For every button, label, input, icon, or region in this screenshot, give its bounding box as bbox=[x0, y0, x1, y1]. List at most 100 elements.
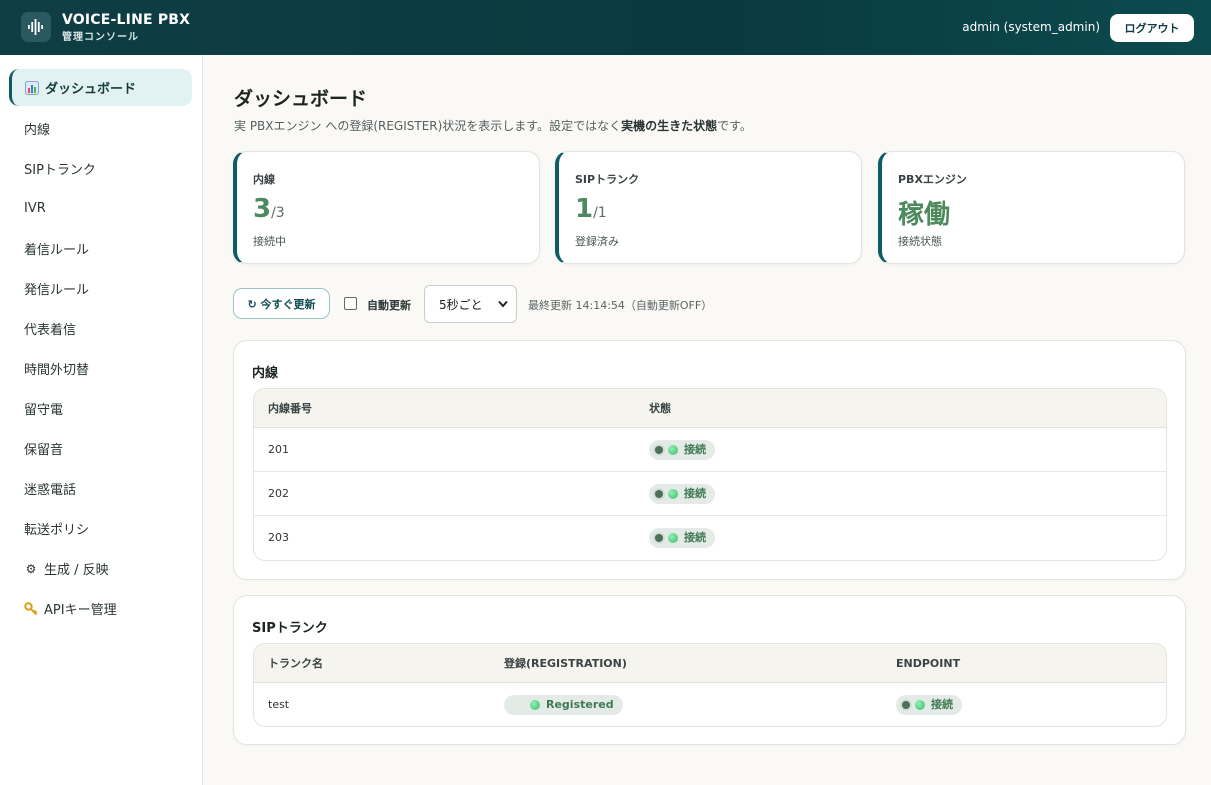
table-header: 内線番号 状態 bbox=[254, 389, 1166, 428]
app-subtitle: 管理コンソール bbox=[62, 32, 139, 43]
status-dot-icon bbox=[655, 446, 663, 454]
table-header: トランク名 登録(REGISTRATION) ENDPOINT bbox=[254, 644, 1166, 683]
stat-value: 3/3 bbox=[253, 194, 285, 224]
sidebar-item-label: 内線 bbox=[24, 123, 51, 138]
online-dot-icon bbox=[668, 445, 678, 455]
stat-value-number: 1 bbox=[575, 194, 594, 224]
sidebar-item-api-keys[interactable]: APIキー管理 bbox=[9, 590, 192, 627]
sidebar-item-voicemail[interactable]: 留守電 bbox=[9, 390, 192, 427]
sidebar-item-label: IVR bbox=[24, 201, 46, 216]
stat-value: 稼働 bbox=[898, 194, 950, 231]
current-user: admin (system_admin) bbox=[962, 20, 1100, 34]
sidebar-item-ivr[interactable]: IVR bbox=[9, 190, 192, 227]
sidebar-item-sip-trunk[interactable]: SIPトランク bbox=[9, 150, 192, 187]
sidebar-item-label: 生成 / 反映 bbox=[44, 563, 109, 578]
table-row: test Registered 接続 bbox=[254, 683, 1166, 726]
logout-button[interactable]: ログアウト bbox=[1110, 14, 1194, 42]
page-description: 実 PBXエンジン への登録(REGISTER)状況を表示します。設定ではなく実… bbox=[234, 117, 752, 134]
stat-value-total: /1 bbox=[593, 205, 607, 221]
sidebar-item-label: 着信ルール bbox=[24, 243, 90, 258]
refresh-interval-select[interactable]: 5秒ごと bbox=[424, 285, 517, 323]
stat-card-sip-trunks: SIPトランク 1/1 登録済み bbox=[555, 151, 862, 264]
chevron-down-icon bbox=[498, 298, 508, 311]
stat-card-extensions: 内線 3/3 接続中 bbox=[233, 151, 540, 264]
stat-label: 内線 bbox=[253, 173, 275, 186]
stat-label: PBXエンジン bbox=[898, 173, 967, 186]
sidebar-item-forward-policy[interactable]: 転送ポリシ bbox=[9, 510, 192, 547]
sidebar-item-hold-music[interactable]: 保留音 bbox=[9, 430, 192, 467]
status-dot-icon bbox=[655, 534, 663, 542]
auto-refresh-checkbox[interactable] bbox=[344, 297, 357, 310]
status-text: 接続 bbox=[684, 487, 706, 500]
sidebar-item-label: 発信ルール bbox=[24, 283, 90, 298]
endpoint-badge: 接続 bbox=[896, 695, 962, 715]
extension-number: 201 bbox=[268, 443, 289, 456]
page-description-text: 実 PBXエンジン への登録(REGISTER)状況を表示します。設定ではなく bbox=[234, 119, 622, 133]
online-dot-icon bbox=[530, 700, 540, 710]
sidebar: ダッシュボード 内線 SIPトランク IVR 着信ルール 発信ルール 代表着信 … bbox=[0, 55, 203, 785]
status-badge: 接続 bbox=[649, 484, 715, 504]
logo-icon bbox=[21, 12, 51, 42]
status-badge: 接続 bbox=[649, 440, 715, 460]
column-header: トランク名 bbox=[268, 657, 323, 670]
stat-value-number: 稼働 bbox=[898, 200, 951, 230]
stat-value: 1/1 bbox=[575, 194, 607, 224]
column-header: 状態 bbox=[649, 402, 671, 415]
chart-icon bbox=[25, 80, 39, 95]
page-description-emphasis: 実機の生きた状態 bbox=[621, 119, 718, 133]
sidebar-item-label: SIPトランク bbox=[24, 163, 96, 178]
sidebar-item-label: 留守電 bbox=[24, 403, 64, 418]
endpoint-text: 接続 bbox=[931, 698, 953, 711]
stat-value-total: /3 bbox=[271, 205, 285, 221]
stat-label: SIPトランク bbox=[575, 173, 640, 186]
sidebar-item-after-hours[interactable]: 時間外切替 bbox=[9, 350, 192, 387]
status-text: 接続 bbox=[684, 531, 706, 544]
sidebar-item-ring-group[interactable]: 代表着信 bbox=[9, 310, 192, 347]
sidebar-item-label: APIキー管理 bbox=[44, 603, 117, 618]
sidebar-item-label: 時間外切替 bbox=[24, 363, 90, 378]
refresh-interval-value: 5秒ごと bbox=[439, 297, 483, 312]
sidebar-item-spam-calls[interactable]: 迷惑電話 bbox=[9, 470, 192, 507]
online-dot-icon bbox=[915, 700, 925, 710]
stat-sublabel: 接続状態 bbox=[898, 235, 942, 248]
stat-sublabel: 接続中 bbox=[253, 235, 286, 248]
stat-sublabel: 登録済み bbox=[575, 235, 619, 248]
extensions-table: 内線番号 状態 201 接続 202 接続 203 接続 bbox=[253, 388, 1167, 561]
extension-number: 203 bbox=[268, 531, 289, 544]
sidebar-item-label: 代表着信 bbox=[24, 323, 77, 338]
app-title: VOICE-LINE PBX bbox=[62, 12, 191, 28]
panel-title: 内線 bbox=[252, 366, 279, 381]
sidebar-item-label: 保留音 bbox=[24, 443, 64, 458]
main-content: ダッシュボード 実 PBXエンジン への登録(REGISTER)状況を表示します… bbox=[203, 55, 1211, 785]
online-dot-icon bbox=[668, 489, 678, 499]
column-header: 登録(REGISTRATION) bbox=[504, 657, 627, 670]
column-header: 内線番号 bbox=[268, 402, 312, 415]
panel-title: SIPトランク bbox=[252, 621, 328, 636]
online-dot-icon bbox=[668, 533, 678, 543]
page-title: ダッシュボード bbox=[234, 88, 368, 110]
sidebar-item-outbound-rules[interactable]: 発信ルール bbox=[9, 270, 192, 307]
key-icon bbox=[24, 601, 38, 616]
registration-text: Registered bbox=[546, 698, 614, 711]
status-badge: 接続 bbox=[649, 528, 715, 548]
sidebar-item-generate-apply[interactable]: ⚙ 生成 / 反映 bbox=[9, 550, 192, 587]
sip-trunks-table: トランク名 登録(REGISTRATION) ENDPOINT test Reg… bbox=[253, 643, 1167, 727]
status-dot-icon bbox=[655, 490, 663, 498]
extensions-panel: 内線 内線番号 状態 201 接続 202 接続 203 接続 bbox=[233, 340, 1186, 580]
last-update-text: 最終更新 14:14:54（自動更新OFF） bbox=[528, 299, 713, 312]
table-row: 201 接続 bbox=[254, 428, 1166, 472]
table-row: 203 接続 bbox=[254, 516, 1166, 560]
sidebar-item-extensions[interactable]: 内線 bbox=[9, 110, 192, 147]
stat-value-number: 3 bbox=[253, 194, 272, 224]
sidebar-item-inbound-rules[interactable]: 着信ルール bbox=[9, 230, 192, 267]
sidebar-item-label: 転送ポリシ bbox=[24, 523, 90, 538]
sidebar-item-dashboard[interactable]: ダッシュボード bbox=[9, 69, 192, 106]
sidebar-item-label: 迷惑電話 bbox=[24, 483, 77, 498]
table-row: 202 接続 bbox=[254, 472, 1166, 516]
refresh-now-button[interactable]: ↻ 今すぐ更新 bbox=[233, 288, 330, 319]
column-header: ENDPOINT bbox=[896, 657, 961, 670]
status-text: 接続 bbox=[684, 443, 706, 456]
sip-trunks-panel: SIPトランク トランク名 登録(REGISTRATION) ENDPOINT … bbox=[233, 595, 1186, 745]
stat-card-pbx-engine: PBXエンジン 稼働 接続状態 bbox=[878, 151, 1185, 264]
registration-badge: Registered bbox=[504, 695, 623, 715]
